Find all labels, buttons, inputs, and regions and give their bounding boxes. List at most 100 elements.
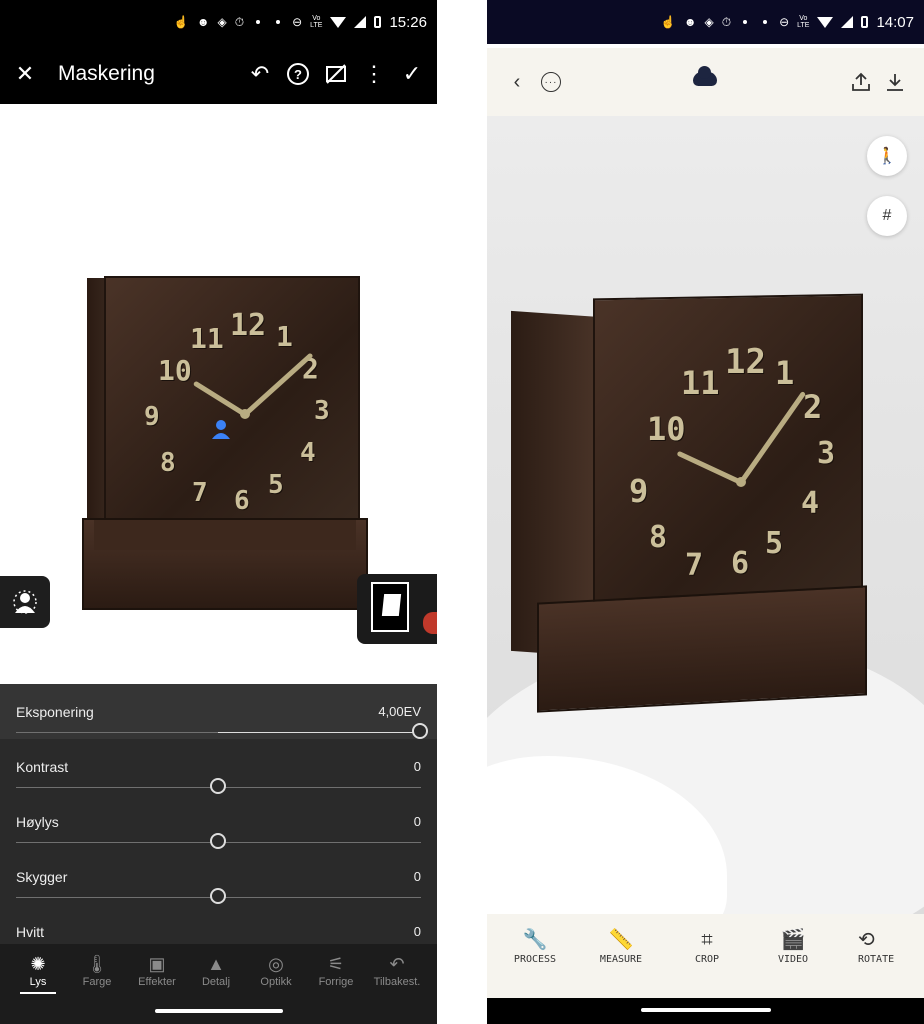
cloud-icon[interactable] — [693, 66, 717, 86]
mask-thumbnail-button[interactable] — [357, 574, 437, 644]
slider-row-shadows[interactable]: Skygger 0 — [0, 849, 437, 904]
wifi-icon — [330, 16, 347, 28]
slider-fill — [218, 732, 421, 733]
clock-numeral: 9 — [144, 402, 160, 432]
slider-label: Kontrast — [16, 759, 69, 775]
dot-icon — [256, 20, 261, 24]
mask-overlay-icon[interactable] — [317, 55, 355, 93]
dot-icon — [743, 20, 748, 24]
nav-icon: ◈ — [704, 15, 714, 29]
thermometer-icon: 🌡 — [85, 954, 109, 974]
slider-value: 4,00EV — [378, 704, 421, 719]
slider-track — [16, 732, 218, 733]
rotate-icon: ⟲ — [858, 927, 875, 951]
clock-numeral: 2 — [803, 388, 823, 426]
walk-icon[interactable]: 🚶 — [867, 136, 907, 176]
slider-knob[interactable] — [412, 723, 428, 739]
clock-hub — [736, 477, 746, 487]
back-chevron-icon[interactable]: ‹ — [501, 66, 533, 98]
tab-forrige[interactable]: ⚟ Forrige — [306, 952, 366, 988]
status-time: 14:07 — [876, 13, 914, 31]
clock-numeral: 5 — [765, 526, 784, 561]
volte-icon: Vo LTE — [797, 15, 810, 29]
active-tab-indicator — [20, 992, 56, 994]
volte-icon: Vo LTE — [310, 15, 323, 29]
dnd-icon: ⊖ — [779, 15, 790, 29]
page-title: Maskering — [58, 62, 155, 85]
vignette-icon: ▣ — [148, 954, 166, 974]
lens-icon: ◎ — [268, 954, 284, 974]
slider-row-highlights[interactable]: Høylys 0 — [0, 794, 437, 849]
home-indicator[interactable] — [641, 1008, 771, 1012]
masking-toolbar: ✕ Maskering ↶ ? ⋮ ✓ — [0, 44, 437, 104]
slider-row-contrast[interactable]: Kontrast 0 — [0, 739, 437, 794]
edit-tab-bar: ✺ Lys 🌡 Farge ▣ Effekter ▲ Detalj ◎ Opti… — [0, 944, 437, 1024]
timer-icon: ⏱ — [721, 15, 732, 29]
mask-preview — [371, 582, 409, 632]
more-icon[interactable]: ⋮ — [355, 55, 393, 93]
close-icon[interactable]: ✕ — [6, 55, 44, 93]
wrench-icon: 🔧 — [522, 927, 548, 951]
tab-crop[interactable]: ⌗ CROP — [667, 924, 747, 965]
slider-knob[interactable] — [210, 778, 226, 794]
clock-numeral: 12 — [725, 342, 766, 382]
tab-effekter[interactable]: ▣ Effekter — [127, 952, 187, 988]
slider-row-whites[interactable]: Hvitt 0 — [0, 904, 437, 944]
clock-numeral: 8 — [160, 448, 176, 478]
undo-icon[interactable]: ↶ — [241, 55, 279, 93]
check-icon[interactable]: ✓ — [393, 55, 431, 93]
slider-row-exposure[interactable]: Eksponering 4,00EV — [0, 684, 437, 739]
clock-numeral: 12 — [230, 308, 267, 343]
tab-optikk[interactable]: ◎ Optikk — [246, 952, 306, 988]
home-indicator[interactable] — [155, 1009, 283, 1013]
face-icon: ☻ — [683, 15, 697, 29]
wifi-icon — [817, 16, 834, 28]
tab-detalj[interactable]: ▲ Detalj — [186, 952, 246, 988]
slider-value: 0 — [413, 869, 421, 884]
tab-farge[interactable]: 🌡 Farge — [67, 952, 127, 988]
select-subject-button[interactable] — [0, 576, 50, 628]
slider-knob[interactable] — [210, 888, 226, 904]
clock-numeral: 5 — [268, 470, 284, 500]
dot-icon — [763, 20, 768, 24]
grid-icon[interactable]: # — [867, 196, 907, 236]
viewer-toolbar: ‹ ··· — [487, 48, 924, 116]
clock-3d-model: 12 1 2 3 4 5 6 7 8 9 10 11 — [509, 293, 869, 724]
download-icon[interactable] — [879, 66, 911, 98]
battery-icon — [374, 16, 382, 28]
more-circle-icon[interactable]: ··· — [535, 66, 567, 98]
gesture-icon: ☝ — [173, 15, 189, 29]
tab-label: MEASURE — [599, 954, 643, 965]
tab-rotate[interactable]: ⟲ ROTATE — [844, 924, 924, 965]
3d-model-viewport[interactable]: 12 1 2 3 4 5 6 7 8 9 10 11 🚶 # — [487, 116, 924, 914]
person-mask-icon — [13, 590, 37, 614]
mask-pin-icon[interactable] — [210, 418, 232, 440]
tab-label: Tilbakest. — [373, 976, 421, 988]
clock-numeral: 1 — [276, 320, 293, 353]
tab-measure[interactable]: 📏 MEASURE — [581, 924, 661, 965]
tab-video[interactable]: 🎬 VIDEO — [753, 924, 833, 965]
clock-numeral: 7 — [685, 548, 704, 583]
battery-icon — [861, 16, 869, 28]
dot-icon — [276, 20, 281, 24]
clock-hub — [240, 409, 250, 419]
clock-numeral: 3 — [314, 396, 330, 426]
lightroom-masking-screen: ☝ ☻ ◈ ⏱ ⊖ Vo LTE 15:26 ✕ Maskering ↶ ? ⋮ … — [0, 0, 437, 1024]
status-bar: ☝ ☻ ◈ ⏱ ⊖ Vo LTE 14:07 — [487, 0, 924, 44]
slider-label: Hvitt — [16, 924, 44, 940]
share-icon[interactable] — [845, 66, 877, 98]
tab-lys[interactable]: ✺ Lys — [8, 952, 68, 994]
signal-icon — [841, 16, 854, 28]
sliders-icon: ⚟ — [327, 954, 345, 974]
sun-icon: ✺ — [30, 954, 46, 974]
tab-tilbakestill[interactable]: ↶ Tilbakest. — [367, 952, 427, 988]
status-icons: ☝ ☻ ◈ ⏱ ⊖ Vo LTE — [174, 15, 382, 29]
slider-knob[interactable] — [210, 833, 226, 849]
tab-label: Effekter — [138, 976, 176, 988]
help-icon[interactable]: ? — [279, 55, 317, 93]
slider-value: 0 — [413, 759, 421, 774]
status-icons: ☝ ☻ ◈ ⏱ ⊖ Vo LTE — [661, 15, 869, 29]
clock-numeral: 1 — [775, 354, 795, 392]
tab-process[interactable]: 🔧 PROCESS — [495, 924, 575, 965]
tab-label: Forrige — [318, 976, 354, 988]
